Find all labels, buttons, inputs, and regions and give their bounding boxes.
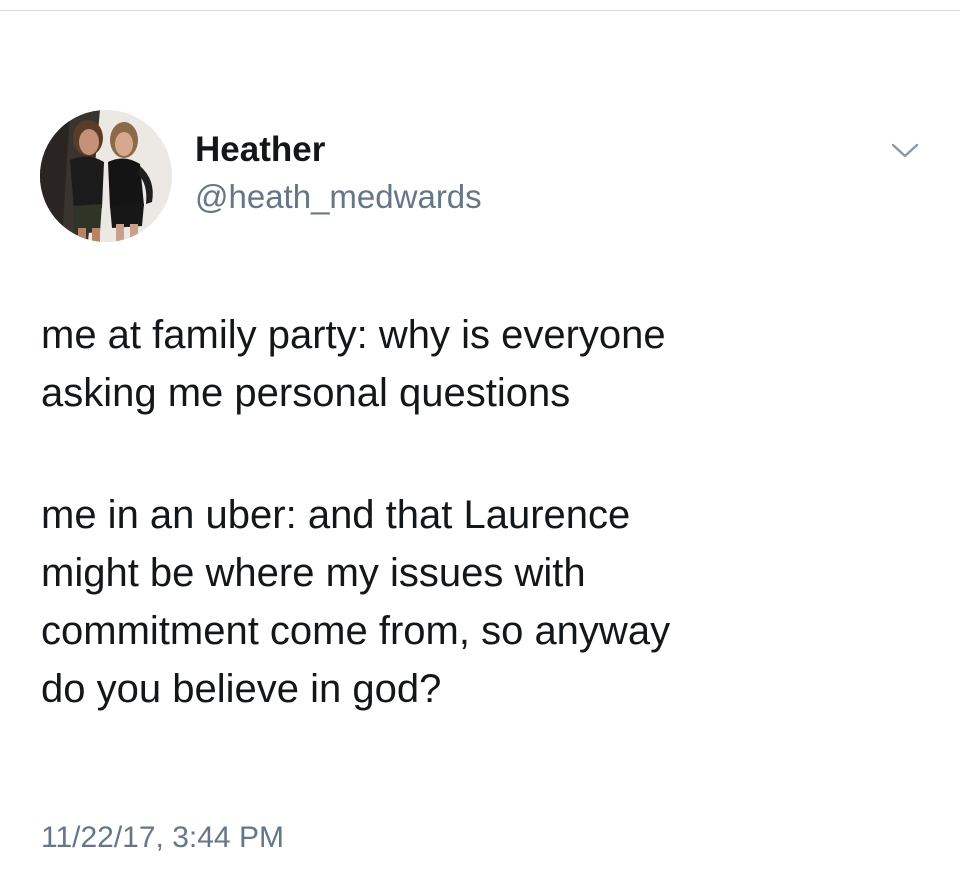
tweet-text-line: me at family party: why is everyone: [41, 313, 666, 357]
tweet-text-line: asking me personal questions: [41, 371, 571, 415]
avatar[interactable]: [40, 110, 172, 242]
tweet-text-line: me in an uber: and that Laurence: [41, 493, 631, 537]
tweet-card: Heather @heath_medwards me at family par…: [0, 0, 960, 870]
tweet-text-line: might be where my issues with: [41, 551, 586, 595]
tweet-menu-button[interactable]: [882, 133, 928, 169]
tweet-text-line: do you believe in god?: [41, 667, 442, 711]
tweet-timestamp[interactable]: 11/22/17, 3:44 PM: [41, 820, 284, 856]
avatar-photo: [40, 110, 172, 242]
author-handle[interactable]: @heath_medwards: [195, 177, 482, 217]
chevron-down-icon: [891, 143, 919, 158]
tweet-text-line: commitment come from, so anyway: [41, 609, 671, 653]
tweet-text: me at family party: why is everyone aski…: [41, 306, 941, 718]
author-display-name[interactable]: Heather: [195, 130, 325, 170]
